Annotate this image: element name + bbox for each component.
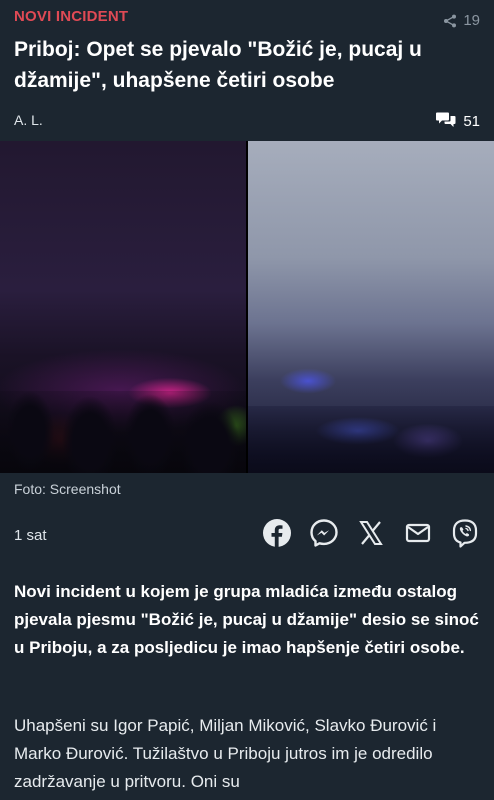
photo-caption: Foto: Screenshot xyxy=(14,481,121,497)
article-page: NOVI INCIDENT 19 Priboj: Opet se pjevalo… xyxy=(0,0,494,800)
photo-right-floor xyxy=(248,406,494,473)
messenger-icon[interactable] xyxy=(309,518,339,548)
article-headline: Priboj: Opet se pjevalo "Božić je, pucaj… xyxy=(14,38,422,92)
published-time: 1 sat xyxy=(14,527,47,544)
article-topline: NOVI INCIDENT 19 xyxy=(14,8,480,29)
share-counter[interactable]: 19 xyxy=(443,12,480,29)
photo-crowd-silhouettes xyxy=(0,391,246,473)
facebook-icon[interactable] xyxy=(262,518,292,548)
share-count: 19 xyxy=(463,12,480,29)
article-photo[interactable] xyxy=(0,141,494,473)
comment-count: 51 xyxy=(463,112,480,130)
mail-icon[interactable] xyxy=(403,518,433,548)
share-icon xyxy=(443,14,457,28)
share-row: 1 sat xyxy=(14,516,480,556)
article-lead: Novi incident u kojem je grupa mladića i… xyxy=(14,582,479,657)
category-label[interactable]: NOVI INCIDENT xyxy=(14,8,128,25)
article-meta: A. L. 51 xyxy=(14,110,480,132)
share-icons xyxy=(262,518,480,548)
x-icon[interactable] xyxy=(356,518,386,548)
comments-icon xyxy=(436,111,456,131)
viber-icon[interactable] xyxy=(450,518,480,548)
author-name[interactable]: A. L. xyxy=(14,112,43,128)
comments-link[interactable]: 51 xyxy=(436,111,480,131)
article-body: Uhapšeni su Igor Papić, Miljan Miković, … xyxy=(14,716,437,791)
